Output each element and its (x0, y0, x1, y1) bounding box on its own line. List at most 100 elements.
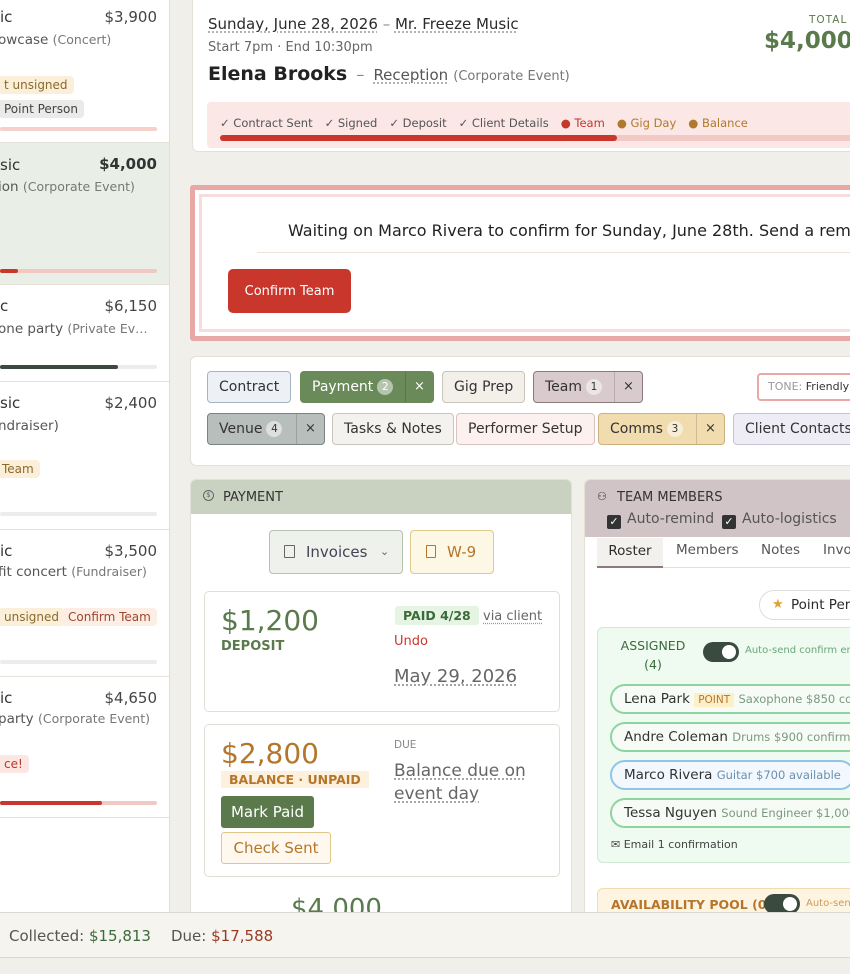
collected-value: $15,813 (88, 927, 151, 945)
gig-list-item[interactable]: ic $4,650 party (Corporate Event) ce! (0, 677, 169, 818)
gig-progress (0, 512, 157, 516)
gig-subtitle: one party (Private Ev… (0, 321, 148, 337)
progress-step: ✓ Signed (324, 116, 378, 130)
assigned-count: (4) (644, 657, 662, 672)
progress-track (220, 135, 850, 141)
point-person-button[interactable]: ★ Point Pers (759, 590, 850, 620)
balance-card: $2,800 BALANCE · UNPAID DUE Balance due … (204, 724, 560, 877)
team-header: ⚇ TEAM MEMBERS ✓ Auto-remind ✓ Auto-logist… (585, 480, 850, 537)
gig-list-item[interactable]: sic $2,400 ndraiser) Team (0, 382, 169, 530)
event-name[interactable]: Reception (373, 66, 448, 84)
gig-venue[interactable]: Mr. Freeze Music (395, 15, 519, 33)
star-icon: ★ (772, 597, 784, 612)
undo-link[interactable]: Undo (394, 634, 428, 649)
tab-roster[interactable]: Roster (597, 538, 663, 568)
assigned-section: ASSIGNED (4) Auto-send confirm em Lena P… (597, 627, 850, 863)
close-icon[interactable]: × (614, 372, 642, 402)
total-value: $4,000 (764, 28, 850, 54)
gig-list-item[interactable]: ic $3,900 owcase (Concert) t unsigned Po… (0, 0, 169, 143)
tab-comms[interactable]: Comms 3 × (598, 413, 725, 445)
email-confirmation-link[interactable]: ✉ Email 1 confirmation (611, 838, 738, 851)
dollar-icon: $ (203, 490, 214, 501)
tab-gig-prep[interactable]: Gig Prep (442, 371, 526, 403)
auto-send-label: Auto-send confirm em (745, 645, 850, 656)
gig-amount: $3,900 (104, 8, 158, 26)
gig-progress (0, 660, 157, 664)
tab-payment[interactable]: Payment 2 × (300, 371, 434, 403)
tone-selector[interactable]: TONE: Friendly (757, 373, 850, 401)
deposit-label: DEPOSIT (221, 639, 285, 654)
gig-title: sic (0, 394, 21, 412)
tab-client-contacts[interactable]: Client Contacts (733, 413, 850, 445)
w9-button[interactable]: W-9 (410, 530, 494, 574)
progress-step: ✓ Contract Sent (220, 116, 313, 130)
balance-amount: $2,800 (221, 737, 319, 770)
total-label: TOTAL (809, 14, 848, 26)
gig-time: Start 7pm · End 10:30pm (208, 40, 373, 55)
gig-subtitle: owcase (Concert) (0, 32, 112, 48)
payment-header: $ PAYMENT (191, 480, 571, 514)
gig-progress (0, 801, 157, 805)
progress-step: ✓ Deposit (389, 116, 447, 130)
team-member-pill[interactable]: Marco Rivera Guitar $700 available (610, 760, 850, 790)
team-icon: ⚇ (597, 490, 607, 503)
gig-list-item-selected[interactable]: sic $4,000 ion (Corporate Event) (0, 143, 169, 285)
invoices-dropdown[interactable]: Invoices ⌄ (269, 530, 403, 574)
tab-performer-setup[interactable]: Performer Setup (456, 413, 595, 445)
progress-panel: ✓ Contract Sent ✓ Signed ✓ Deposit ✓ Client… (207, 102, 850, 148)
footer-totals: Collected: $15,813 Due: $17,588 (0, 912, 850, 958)
gig-list-item[interactable]: c $6,150 one party (Private Ev… (0, 285, 169, 382)
tab-tasks-notes[interactable]: Tasks & Notes (332, 413, 454, 445)
team-subtabs: Roster Members Notes Invo (597, 538, 850, 568)
gig-date[interactable]: Sunday, June 28, 2026 (208, 15, 378, 33)
confirm-team-button[interactable]: Confirm Team (228, 269, 351, 313)
gig-list-item[interactable]: ic $3,500 fit concert (Fundraiser) unsig… (0, 530, 169, 677)
progress-steps: ✓ Contract Sent ✓ Signed ✓ Deposit ✓ Client… (220, 112, 760, 131)
tab-team[interactable]: Team 1 × (533, 371, 643, 403)
status-chip: unsigned (0, 608, 66, 626)
check-sent-button[interactable]: Check Sent (221, 832, 331, 864)
tab-notes[interactable]: Notes (761, 542, 800, 558)
tab-contract[interactable]: Contract (207, 371, 292, 403)
client-name[interactable]: Elena Brooks (208, 63, 347, 85)
close-icon[interactable]: × (296, 414, 324, 444)
gig-amount: $3,500 (104, 542, 158, 560)
auto-remind-checkbox[interactable]: ✓ Auto-remind (607, 511, 714, 529)
alert-message: Waiting on Marco Rivera to confirm for S… (288, 221, 850, 240)
progress-step: ● Balance (688, 116, 748, 130)
paid-date[interactable]: May 29, 2026 (394, 666, 517, 687)
invoice-icon (284, 545, 295, 558)
gig-progress (0, 269, 157, 273)
due-label: DUE (394, 739, 417, 751)
via-client-link[interactable]: via client (483, 609, 542, 624)
tab-venue[interactable]: Venue 4 × (207, 413, 325, 445)
gig-amount: $6,150 (104, 297, 158, 315)
progress-step: ● Gig Day (616, 116, 677, 130)
due-text[interactable]: Balance due on event day (394, 760, 544, 806)
point-badge: POINT (694, 693, 735, 707)
auto-send-toggle[interactable] (703, 642, 739, 662)
tab-invoices[interactable]: Invo (823, 542, 850, 558)
team-member-pill[interactable]: Lena Park POINT Saxophone $850 co (610, 684, 850, 714)
progress-step: ✓ Client Details (458, 116, 549, 130)
pool-toggle[interactable] (764, 894, 800, 914)
chevron-down-icon: ⌄ (380, 545, 390, 558)
team-member-pill[interactable]: Tessa Nguyen Sound Engineer $1,000 c (610, 798, 850, 828)
tab-members[interactable]: Members (676, 542, 739, 558)
status-chip: Team (0, 460, 40, 478)
close-icon[interactable]: × (405, 372, 433, 402)
status-chip: Confirm Team (62, 608, 157, 626)
gig-progress (0, 365, 157, 369)
team-member-pill[interactable]: Andre Coleman Drums $900 confirme (610, 722, 850, 752)
status-chip: t unsigned (0, 76, 74, 94)
gig-title: sic (0, 156, 21, 174)
gig-title: ic (0, 689, 13, 707)
mark-paid-button[interactable]: Mark Paid (221, 796, 314, 828)
deposit-amount: $1,200 (221, 604, 319, 637)
deposit-card: $1,200 DEPOSIT PAID 4/28 via client Undo… (204, 591, 560, 712)
auto-logistics-checkbox[interactable]: ✓ Auto-logistics (722, 511, 837, 529)
assigned-label: ASSIGNED (620, 638, 686, 653)
close-icon[interactable]: × (696, 414, 724, 444)
mail-icon: ✉ (611, 838, 621, 851)
gig-list: ic $3,900 owcase (Concert) t unsigned Po… (0, 0, 170, 912)
